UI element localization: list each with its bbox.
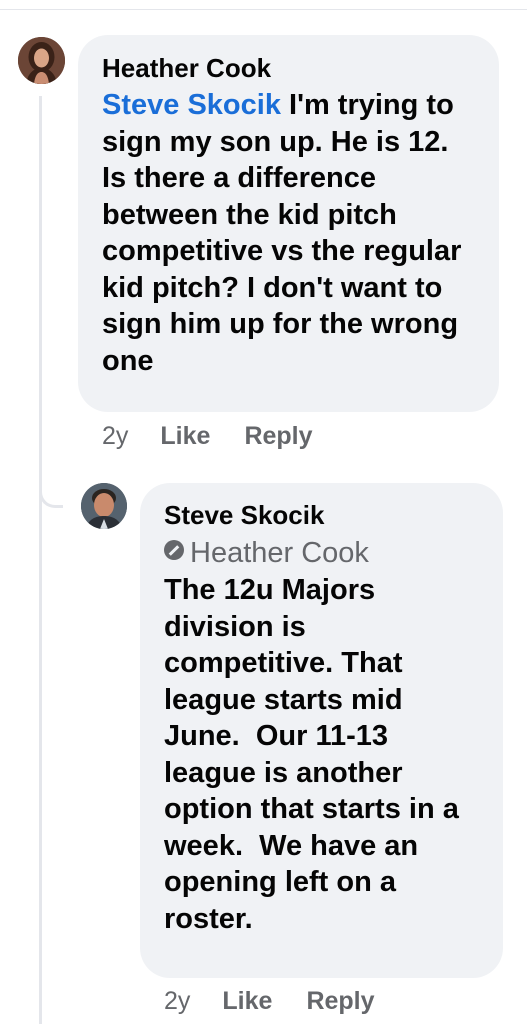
comment-author[interactable]: Steve Skocik (164, 500, 479, 530)
comment-body: The 12u Majors division is competitive. … (164, 574, 467, 935)
thread-line (39, 96, 42, 1024)
comment-bubble: Heather Cook Steve Skocik I'm trying to … (78, 35, 499, 412)
avatar[interactable] (81, 483, 127, 529)
comment-thread: Heather Cook Steve Skocik I'm trying to … (0, 0, 527, 1024)
reply-connector (39, 478, 63, 508)
comment-bubble: Steve Skocik Heather Cook The 12u Majors … (140, 483, 503, 978)
mention-link[interactable]: Steve Skocik (102, 89, 281, 121)
like-button[interactable]: Like (160, 422, 210, 451)
comment-author[interactable]: Heather Cook (102, 53, 475, 83)
timestamp[interactable]: 2y (164, 987, 190, 1016)
blocked-icon (164, 540, 184, 560)
comment-actions: 2y Like Reply (102, 422, 313, 451)
like-button[interactable]: Like (222, 987, 272, 1016)
reply-button[interactable]: Reply (306, 987, 374, 1016)
comment-text: Steve Skocik I'm trying to sign my son u… (102, 87, 475, 379)
timestamp[interactable]: 2y (102, 422, 128, 451)
comment-body: I'm trying to sign my son up. He is 12. … (102, 89, 470, 377)
mention-link[interactable]: Heather Cook (164, 534, 479, 572)
top-divider (0, 9, 527, 10)
avatar[interactable] (18, 37, 65, 84)
reply-button[interactable]: Reply (244, 422, 312, 451)
comment-actions: 2y Like Reply (164, 987, 375, 1016)
comment-text: Heather Cook The 12u Majors division is c… (164, 534, 479, 937)
mention-name: Heather Cook (190, 537, 369, 569)
